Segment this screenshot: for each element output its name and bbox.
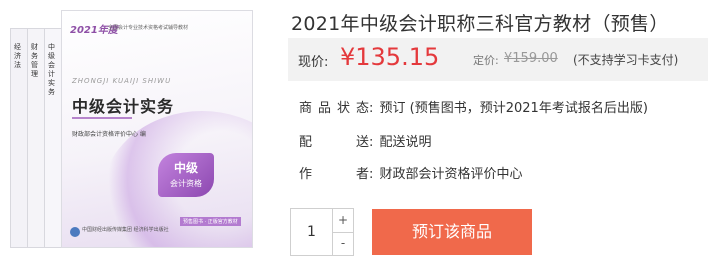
cover-badge-main: 中级 — [173, 161, 198, 175]
quantity-decrease-button[interactable]: - — [333, 232, 353, 255]
spine-title: 中级会计实务 — [48, 43, 55, 96]
author-row: 作者: 财政部会计资格评价中心 — [299, 163, 523, 182]
preorder-button[interactable]: 预订该商品 — [372, 209, 532, 255]
list-price-label: 定价: — [473, 54, 499, 67]
cover-badge: 中级 会计资格 — [158, 153, 214, 197]
shipping-label: 配送 — [299, 135, 369, 150]
book-spine-2: 财务管理 — [27, 28, 45, 248]
cover-logo-text: 中国财经出版传媒集团 经济科学出版社 — [82, 227, 169, 233]
price-box: 现价: ¥135.15 定价: ¥159.00 (不支持学习卡支付) — [288, 38, 708, 81]
product-image[interactable]: 经济法 财务管理 中级会计实务 2021年度 全国会计专业技术资格考试辅导教材 … — [0, 0, 276, 279]
author-label: 作者 — [299, 167, 369, 182]
current-price: ¥135.15 — [340, 43, 440, 71]
spine-title: 财务管理 — [31, 43, 38, 78]
book-spine-3: 中级会计实务 — [44, 28, 62, 248]
status-label: 商品状态 — [299, 101, 369, 116]
status-value: 预订 (预售图书，预计2021年考试报名后出版) — [379, 101, 648, 116]
status-row: 商品状态: 预订 (预售图书，预计2021年考试报名后出版) — [299, 97, 648, 116]
cover-pinyin: ZHONGJI KUAIJI SHIWU — [72, 77, 172, 85]
list-price: ¥159.00 — [504, 51, 558, 66]
product-title: 2021年中级会计职称三科官方教材（预售） — [291, 13, 669, 35]
publisher-logo-icon — [70, 227, 80, 237]
cover-divider — [72, 117, 132, 119]
cover-badge-sub: 会计资格 — [170, 179, 202, 188]
author-value: 财政部会计资格评价中心 — [379, 167, 523, 182]
cover-series: 全国会计专业技术资格考试辅导教材 — [108, 25, 189, 31]
payment-note: (不支持学习卡支付) — [573, 53, 679, 67]
book-spine-1: 经济法 — [10, 28, 28, 248]
spine-title: 经济法 — [14, 43, 21, 69]
cover-publisher: 财政部会计资格评价中心 编 — [72, 131, 146, 138]
shipping-row: 配送: 配送说明 — [299, 131, 432, 150]
quantity-stepper: 1 + - — [290, 208, 354, 256]
current-price-label: 现价: — [298, 55, 329, 70]
book-front-cover: 2021年度 全国会计专业技术资格考试辅导教材 ZHONGJI KUAIJI S… — [61, 10, 253, 248]
quantity-input[interactable]: 1 — [291, 209, 333, 255]
quantity-increase-button[interactable]: + — [333, 209, 353, 233]
cover-title: 中级会计实务 — [72, 97, 175, 116]
cover-tag: 预售图书 · 正版官方教材 — [180, 217, 241, 226]
shipping-info-link[interactable]: 配送说明 — [380, 135, 432, 150]
